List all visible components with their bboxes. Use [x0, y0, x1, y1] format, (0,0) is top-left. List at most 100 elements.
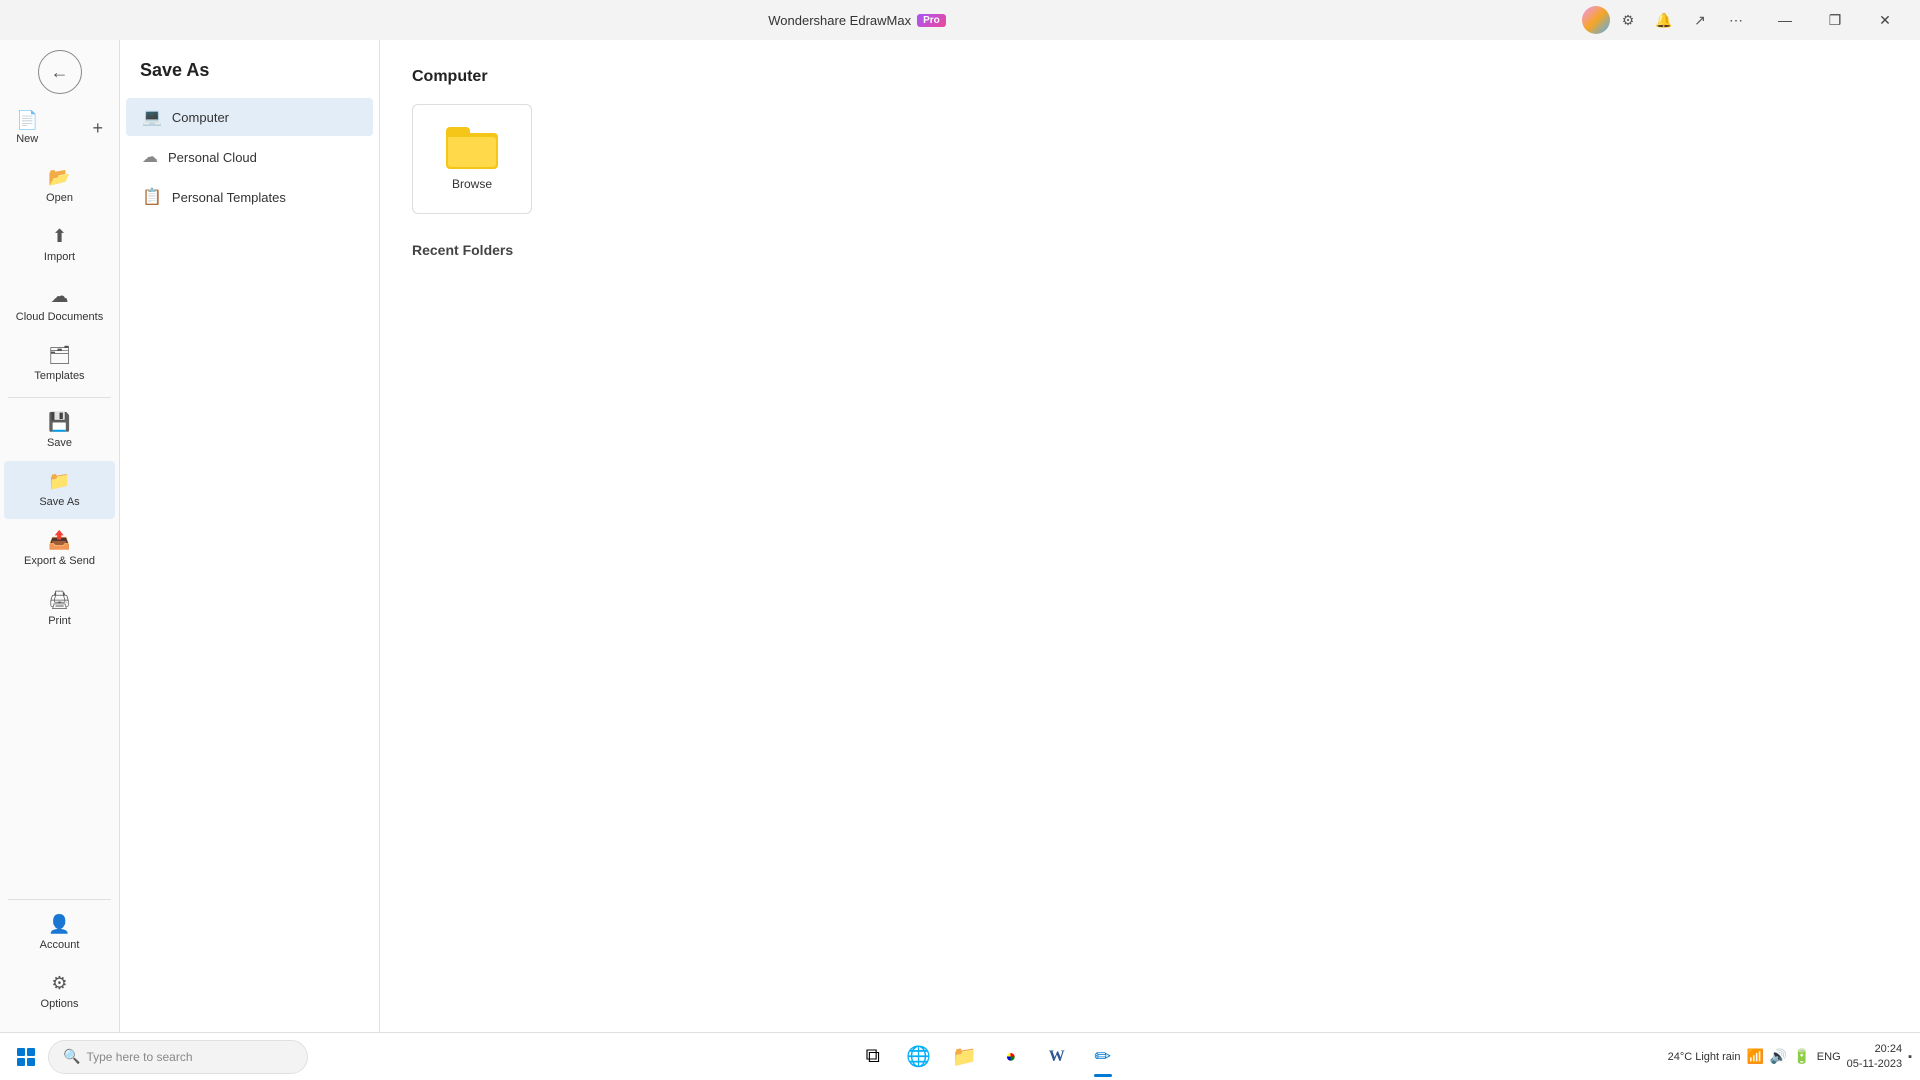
computer-label: Computer	[172, 110, 229, 125]
restore-button[interactable]: ❐	[1812, 4, 1858, 36]
personal-templates-label: Personal Templates	[172, 190, 286, 205]
cloud-label: Cloud Documents	[16, 311, 103, 324]
title-bar: Wondershare EdrawMax Pro ⚙ 🔔 ↗ ⋯ — ❐ ✕	[0, 0, 1920, 40]
share-icon[interactable]: ↗	[1686, 6, 1714, 34]
sidebar-item-save-as[interactable]: 📁 Save As	[4, 461, 115, 519]
close-button[interactable]: ✕	[1862, 4, 1908, 36]
save-as-icon: 📁	[48, 471, 70, 492]
print-icon: 🖨	[48, 590, 71, 611]
sidebar-item-cloud[interactable]: ☁ Cloud Documents	[4, 276, 115, 334]
sidebar-item-options[interactable]: ⚙ Options	[4, 963, 115, 1021]
taskbar-explorer[interactable]: 📁	[943, 1035, 987, 1079]
taskbar: 🔍 Type here to search ⧉ 🌐 📁 ● W ✏ 24°C L…	[0, 1032, 1920, 1080]
settings-icon[interactable]: ⚙	[1614, 6, 1642, 34]
save-as-title: Save As	[120, 40, 379, 97]
sidebar-item-templates[interactable]: 🗂 Templates	[4, 335, 115, 393]
new-plus-icon: +	[92, 118, 103, 139]
personal-cloud-icon: ☁	[142, 147, 158, 167]
avatar[interactable]	[1582, 6, 1610, 34]
export-icon: 📤	[48, 530, 70, 551]
app-title: Wondershare EdrawMax	[768, 13, 911, 28]
clock-time: 20:24	[1875, 1042, 1903, 1056]
options-label: Options	[41, 998, 79, 1011]
options-icon: ⚙	[51, 973, 67, 994]
weather-info: 24°C Light rain	[1668, 1051, 1741, 1063]
windows-icon	[17, 1048, 35, 1066]
language-indicator[interactable]: ENG	[1817, 1051, 1841, 1063]
import-label: Import	[44, 251, 75, 264]
explorer-icon: 📁	[952, 1044, 977, 1069]
edge-icon: 🌐	[906, 1044, 931, 1069]
taskbar-chrome[interactable]: ●	[989, 1035, 1033, 1079]
content-section-title: Computer	[412, 68, 1888, 86]
word-icon: W	[1049, 1048, 1065, 1066]
sidebar-item-import[interactable]: ⬆ Import	[4, 216, 115, 274]
templates-icon: 🗂	[48, 345, 71, 366]
sidebar-item-new[interactable]: 📄 New +	[4, 100, 115, 156]
account-icon: 👤	[48, 914, 70, 935]
personal-templates-icon: 📋	[142, 187, 162, 207]
search-icon: 🔍	[63, 1048, 80, 1065]
folder-icon	[446, 127, 498, 169]
sidebar-item-export[interactable]: 📤 Export & Send	[4, 520, 115, 578]
pro-badge: Pro	[917, 14, 946, 27]
minimize-button[interactable]: —	[1762, 4, 1808, 36]
sidebar-item-account[interactable]: 👤 Account	[4, 904, 115, 962]
save-as-personal-cloud[interactable]: ☁ Personal Cloud	[126, 138, 373, 176]
network-icon[interactable]: 📶	[1746, 1048, 1763, 1065]
save-icon: 💾	[48, 412, 70, 433]
taskbar-center: ⧉ 🌐 📁 ● W ✏	[312, 1035, 1664, 1079]
taskview-icon: ⧉	[866, 1045, 880, 1068]
taskbar-word[interactable]: W	[1035, 1035, 1079, 1079]
taskbar-right: 24°C Light rain 📶 🔊 🔋 ENG 20:24 05-11-20…	[1668, 1042, 1912, 1071]
sidebar-item-print[interactable]: 🖨 Print	[4, 580, 115, 638]
account-label: Account	[40, 939, 80, 952]
back-button[interactable]: ←	[38, 50, 82, 94]
taskbar-taskview[interactable]: ⧉	[851, 1035, 895, 1079]
import-icon: ⬆	[52, 226, 67, 247]
title-icons: ⚙ 🔔 ↗ ⋯	[1614, 6, 1750, 34]
cloud-icon: ☁	[51, 286, 69, 307]
export-label: Export & Send	[24, 555, 95, 568]
save-as-computer[interactable]: 💻 Computer	[126, 98, 373, 136]
open-label: Open	[46, 192, 73, 205]
battery-icon[interactable]: 🔋	[1793, 1048, 1810, 1065]
sidebar-top: ← 📄 New + 📂 Open ⬆ Import ☁ Cloud Docume…	[0, 44, 119, 895]
save-as-label: Save As	[39, 496, 79, 509]
sidebar-item-save[interactable]: 💾 Save	[4, 402, 115, 460]
title-bar-center: Wondershare EdrawMax Pro	[768, 13, 946, 28]
taskbar-edrawmax[interactable]: ✏	[1081, 1035, 1125, 1079]
sidebar-separator-bottom	[8, 899, 111, 900]
templates-label: Templates	[34, 370, 84, 383]
open-icon: 📂	[48, 167, 70, 188]
new-icon: 📄	[16, 110, 38, 131]
print-label: Print	[48, 615, 71, 628]
save-as-panel: Save As 💻 Computer ☁ Personal Cloud 📋 Pe…	[120, 40, 380, 1032]
more-icon[interactable]: ⋯	[1722, 6, 1750, 34]
start-button[interactable]	[8, 1039, 44, 1075]
sidebar-bottom: 👤 Account ⚙ Options	[0, 895, 119, 1032]
bell-icon[interactable]: 🔔	[1650, 6, 1678, 34]
sidebar-separator	[8, 397, 111, 398]
browse-card[interactable]: Browse	[412, 104, 532, 214]
edrawmax-icon: ✏	[1094, 1044, 1111, 1069]
personal-cloud-label: Personal Cloud	[168, 150, 257, 165]
new-label: New	[16, 133, 38, 146]
save-as-personal-templates[interactable]: 📋 Personal Templates	[126, 178, 373, 216]
title-bar-right: ⚙ 🔔 ↗ ⋯ — ❐ ✕	[1582, 4, 1908, 36]
clock-date: 05-11-2023	[1847, 1057, 1902, 1071]
computer-icon: 💻	[142, 107, 162, 127]
save-label: Save	[47, 437, 72, 450]
show-desktop-icon[interactable]: ▪	[1908, 1051, 1912, 1063]
recent-folders-title: Recent Folders	[412, 242, 1888, 258]
main-area: ← 📄 New + 📂 Open ⬆ Import ☁ Cloud Docume…	[0, 40, 1920, 1032]
search-placeholder: Type here to search	[86, 1050, 192, 1064]
volume-icon[interactable]: 🔊	[1770, 1048, 1787, 1065]
browse-label: Browse	[452, 177, 492, 191]
taskbar-search[interactable]: 🔍 Type here to search	[48, 1040, 308, 1074]
content-area: Computer Browse Recent Folders	[380, 40, 1920, 1032]
taskbar-clock[interactable]: 20:24 05-11-2023	[1847, 1042, 1902, 1071]
sidebar-item-open[interactable]: 📂 Open	[4, 157, 115, 215]
taskbar-edge[interactable]: 🌐	[897, 1035, 941, 1079]
chrome-icon: ●	[1005, 1046, 1016, 1067]
